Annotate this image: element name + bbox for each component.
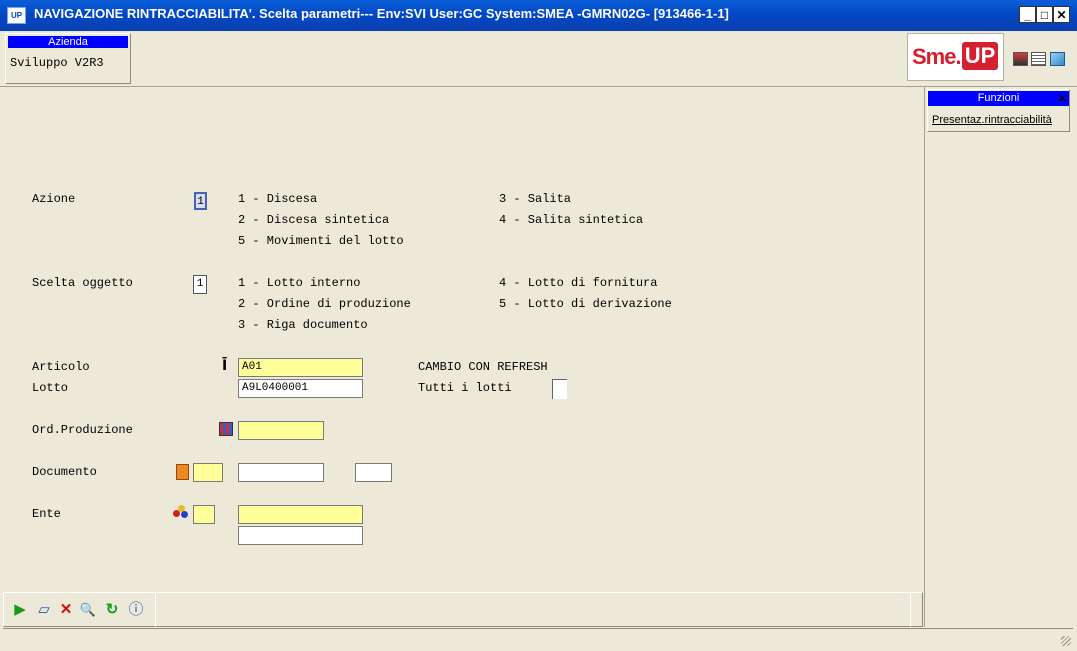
funzioni-panel: Funzioni ✕ Presentaz.rintracciabilità <box>927 89 1070 132</box>
funzioni-item-rintracciabilita[interactable]: Presentaz.rintracciabilità <box>932 114 1052 126</box>
oggetto-option-1: 1 - Lotto interno <box>238 276 361 290</box>
azione-option-2: 2 - Discesa sintetica <box>238 213 390 227</box>
documento-number-input[interactable] <box>238 463 324 482</box>
minimize-button[interactable]: _ <box>1019 6 1036 23</box>
cambio-refresh-label: CAMBIO CON REFRESH <box>418 360 548 374</box>
documento-label: Documento <box>32 465 97 479</box>
ord-produzione-input[interactable] <box>238 421 324 440</box>
monitor-icon[interactable] <box>1013 52 1028 66</box>
azione-input[interactable]: 1 <box>194 192 207 210</box>
azione-option-3: 3 - Salita <box>499 192 572 206</box>
logo-sme-text: Sme. <box>912 44 962 69</box>
azione-label: Azione <box>32 192 76 206</box>
azienda-panel: Azienda Sviluppo V2R3 <box>5 33 131 84</box>
play-icon[interactable]: ▶ <box>10 600 30 620</box>
lotto-input[interactable]: A9L0400001 <box>238 379 363 398</box>
bottom-toolbar: ▶ ▱ ✕ 🔍 ↻ ⓘ <box>3 592 156 627</box>
status-bar <box>3 628 1073 648</box>
window-title-bar[interactable]: UP NAVIGAZIONE RINTRACCIABILITA'. Scelta… <box>0 0 1077 32</box>
maximize-button[interactable]: □ <box>1036 6 1053 23</box>
oggetto-option-3: 3 - Riga documento <box>238 318 368 332</box>
info-icon[interactable]: ⓘ <box>126 600 146 620</box>
tutti-lotti-label: Tutti i lotti <box>418 381 512 395</box>
eraser-icon[interactable]: ▱ <box>34 600 54 620</box>
ente-icon[interactable] <box>173 505 189 519</box>
funzioni-title: Funzioni ✕ <box>928 91 1069 106</box>
documento-type-input[interactable] <box>193 463 223 482</box>
logo-up-text: UP <box>962 42 998 70</box>
lotto-label: Lotto <box>32 381 69 395</box>
app-icon[interactable]: UP <box>7 7 26 24</box>
toolbar-spacer <box>910 592 923 627</box>
funzioni-close-icon[interactable]: ✕ <box>1058 92 1067 107</box>
articolo-input[interactable]: A01 <box>238 358 363 377</box>
window-title: NAVIGAZIONE RINTRACCIABILITA'. Scelta pa… <box>34 6 729 21</box>
azione-option-1: 1 - Discesa <box>238 192 318 206</box>
articolo-label: Articolo <box>32 360 90 374</box>
azione-option-5: 5 - Movimenti del lotto <box>238 234 404 248</box>
azione-option-4: 4 - Salita sintetica <box>499 213 644 227</box>
side-panel: Funzioni ✕ Presentaz.rintracciabilità <box>924 87 1073 627</box>
scelta-oggetto-label: Scelta oggetto <box>32 276 133 290</box>
documento-row-input[interactable] <box>355 463 392 482</box>
oggetto-option-5: 5 - Lotto di derivazione <box>499 297 672 311</box>
ente-code-input[interactable] <box>238 505 363 524</box>
documento-icon[interactable] <box>176 464 189 480</box>
tutti-lotti-checkbox[interactable] <box>552 379 567 399</box>
search-icon[interactable]: 🔍 <box>78 600 98 620</box>
book-icon[interactable] <box>1050 52 1065 66</box>
close-button[interactable]: ✕ <box>1053 6 1070 23</box>
grid-icon[interactable] <box>219 422 233 436</box>
refresh-icon[interactable]: ↻ <box>102 600 122 620</box>
toolbar-message-area <box>155 592 911 627</box>
resize-grip-icon[interactable] <box>1061 636 1071 646</box>
text-cursor-icon[interactable]: Ī <box>222 358 227 374</box>
document-icon[interactable] <box>1031 52 1046 66</box>
ente-description-input[interactable] <box>238 526 363 545</box>
smeup-logo: Sme. UP <box>907 33 1004 81</box>
ente-type-input[interactable] <box>193 505 215 524</box>
oggetto-option-4: 4 - Lotto di fornitura <box>499 276 658 290</box>
funzioni-title-text: Funzioni <box>977 92 1020 104</box>
delete-icon[interactable]: ✕ <box>56 600 76 620</box>
scelta-oggetto-input[interactable]: 1 <box>193 275 207 294</box>
main-form: Azione 1 1 - Discesa 3 - Salita 2 - Disc… <box>3 87 922 587</box>
azienda-value: Sviluppo V2R3 <box>10 56 104 70</box>
ente-label: Ente <box>32 507 61 521</box>
azienda-label: Azienda <box>8 36 128 48</box>
ord-produzione-label: Ord.Produzione <box>32 423 133 437</box>
oggetto-option-2: 2 - Ordine di produzione <box>238 297 411 311</box>
